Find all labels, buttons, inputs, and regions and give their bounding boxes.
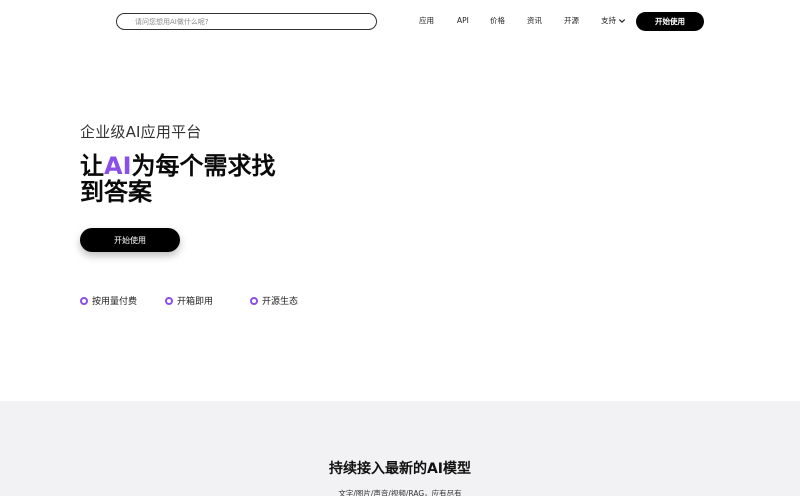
feature-item: 开源生态 xyxy=(250,294,298,307)
hero-title-prefix: 让 xyxy=(80,152,104,180)
hero-title: 让AI为每个需求找到答案 xyxy=(80,153,280,205)
nav-link-apps[interactable]: 应用 xyxy=(419,15,434,27)
feature-label: 开源生态 xyxy=(262,297,299,307)
ring-bullet-icon xyxy=(80,296,88,305)
models-section: 持续接入最新的AI模型 文字/图片/声音/视频/RAG，应有尽有 xyxy=(0,401,800,496)
nav-link-opensource[interactable]: 开源 xyxy=(564,15,579,27)
nav-link-api[interactable]: API xyxy=(457,15,469,27)
top-navigation: 应用 API 价格 资讯 开源 支持 开始使用 xyxy=(0,0,800,42)
hero-subtitle: 企业级AI应用平台 xyxy=(80,123,202,141)
feature-item: 按用量付费 xyxy=(80,294,137,307)
chevron-down-icon xyxy=(619,19,625,23)
search-input[interactable] xyxy=(135,17,376,26)
feature-label: 按用量付费 xyxy=(92,297,138,307)
nav-link-news[interactable]: 资讯 xyxy=(527,15,542,27)
nav-support-label: 支持 xyxy=(601,16,616,25)
models-section-title: 持续接入最新的AI模型 xyxy=(328,461,472,477)
nav-start-button[interactable]: 开始使用 xyxy=(636,12,704,31)
models-section-subtitle: 文字/图片/声音/视频/RAG，应有尽有 xyxy=(338,489,462,496)
feature-label: 开箱即用 xyxy=(177,297,214,307)
ring-bullet-icon xyxy=(250,296,258,305)
search-box[interactable] xyxy=(116,13,377,30)
nav-link-pricing[interactable]: 价格 xyxy=(490,15,505,27)
hero-start-button[interactable]: 开始使用 xyxy=(80,228,180,252)
feature-item: 开箱即用 xyxy=(165,294,213,307)
nav-support-dropdown[interactable]: 支持 xyxy=(601,15,626,27)
hero-title-highlight: AI xyxy=(104,152,132,180)
ring-bullet-icon xyxy=(165,296,173,305)
